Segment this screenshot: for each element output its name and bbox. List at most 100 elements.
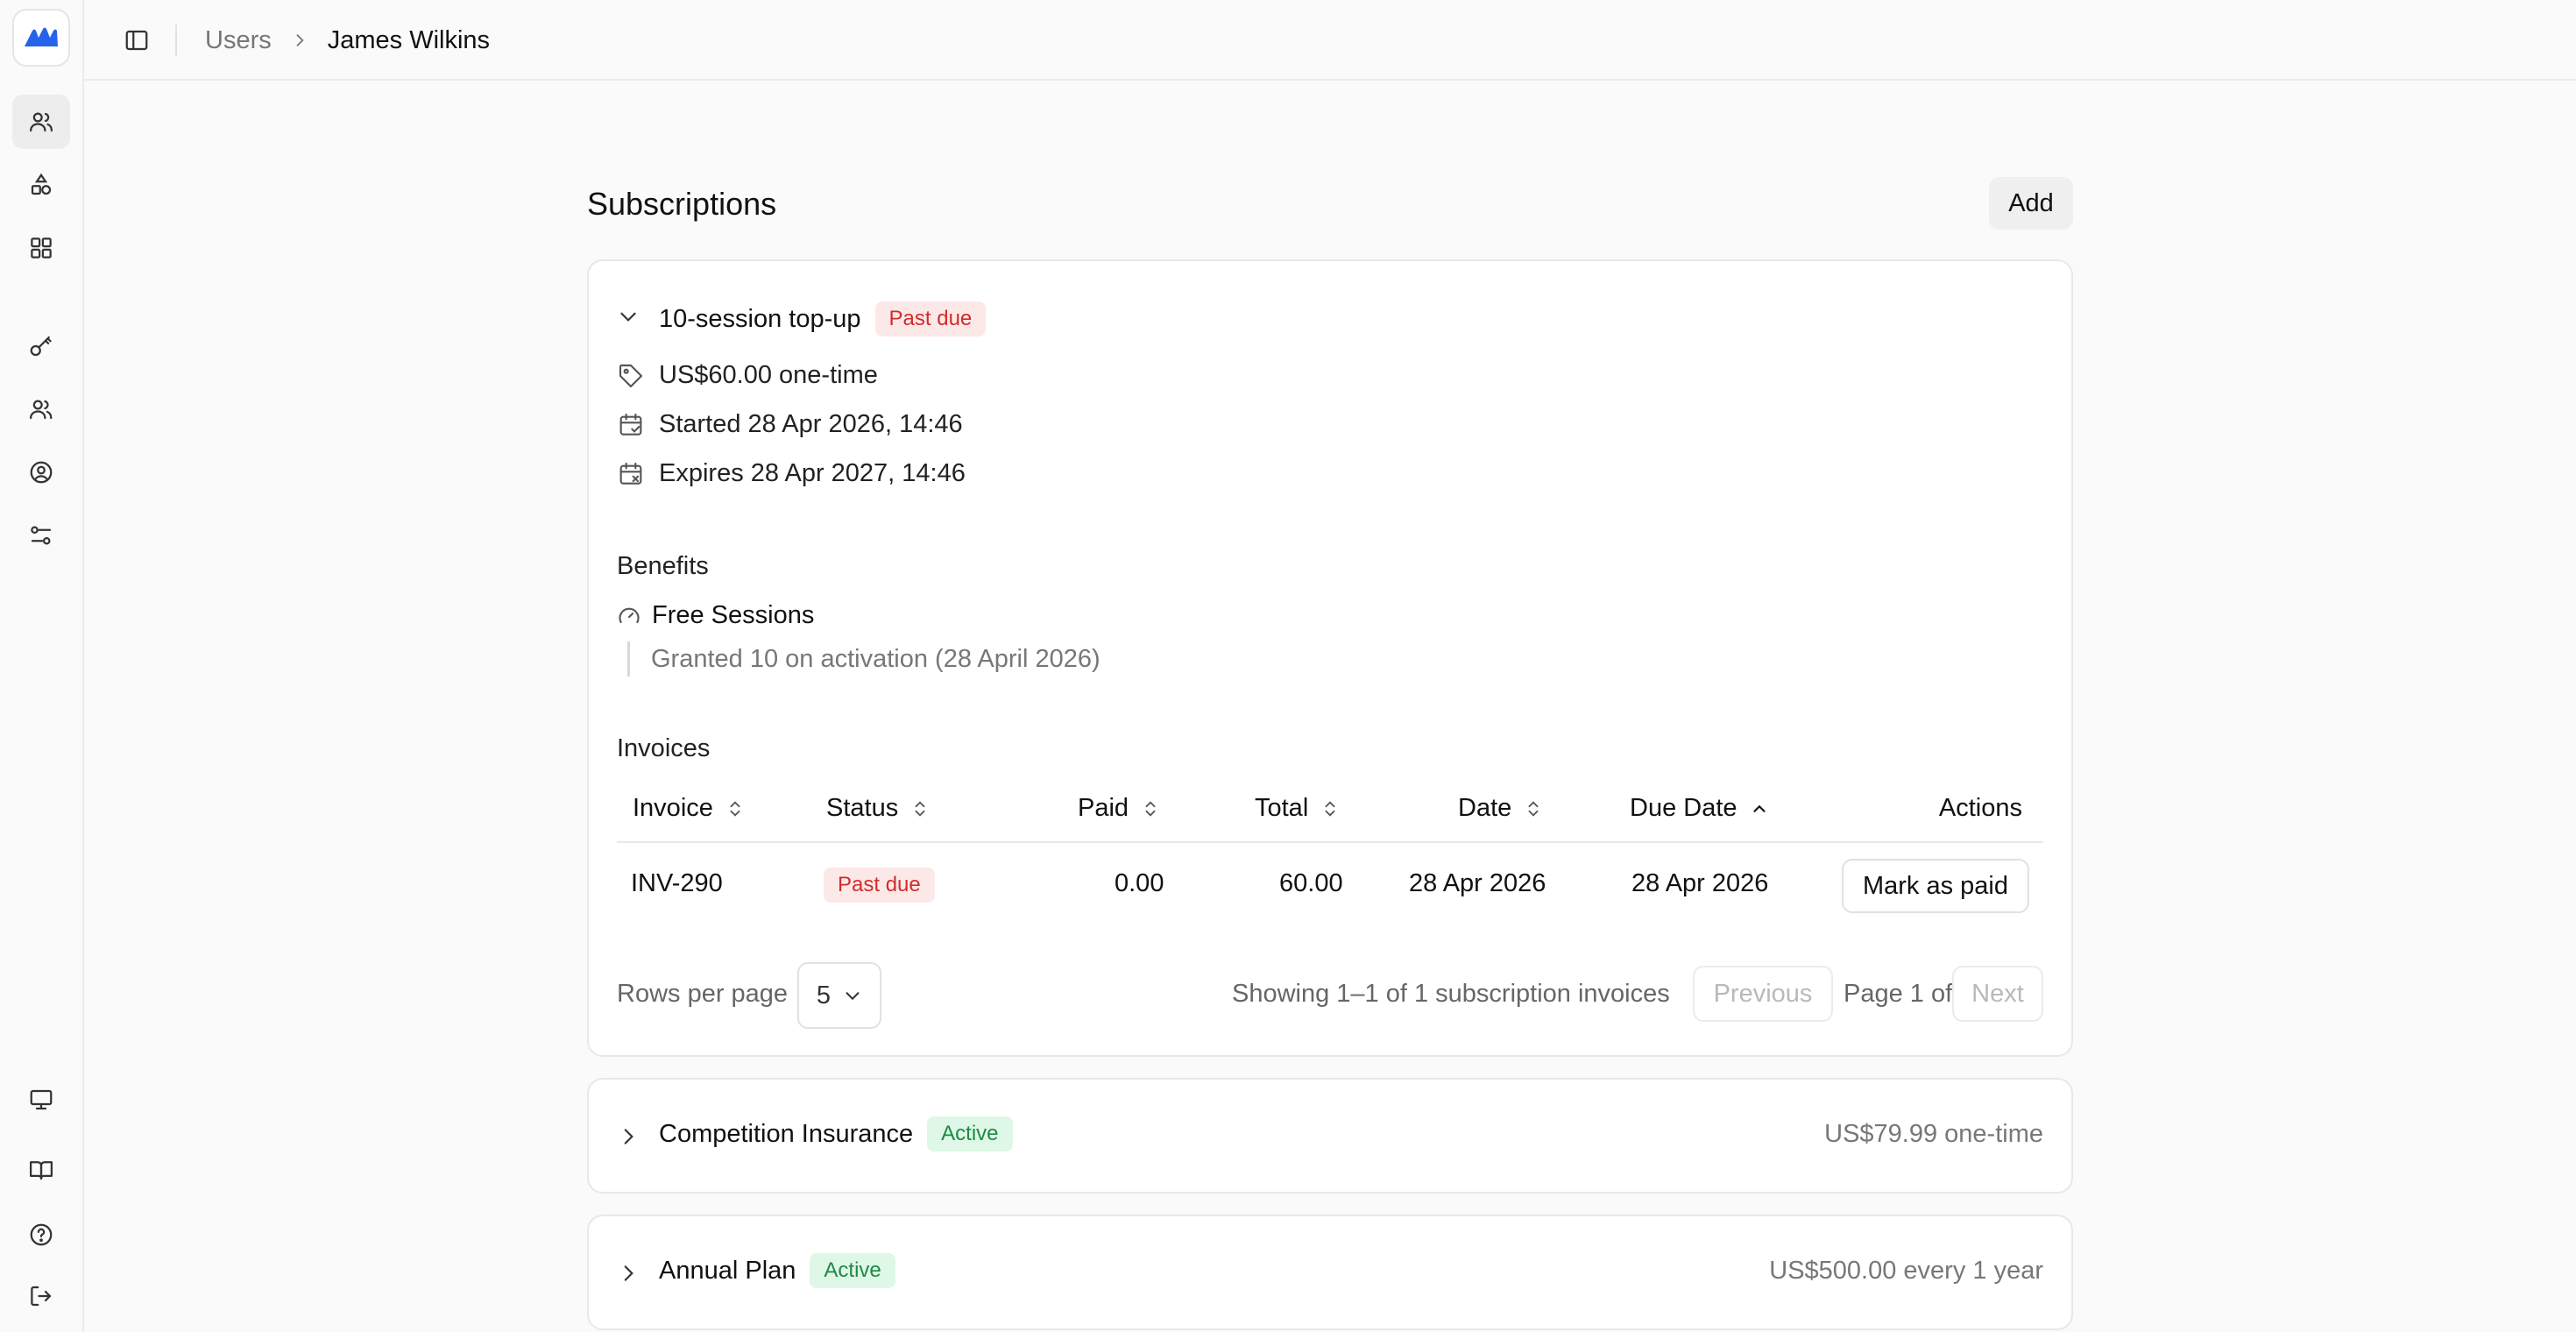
key-icon [30,336,52,357]
nav-docs[interactable] [12,1143,70,1197]
subscription-header: Annual Plan Active [659,1253,895,1288]
subscription-name: 10-session top-up [659,304,861,333]
expand-toggle[interactable] [617,1262,640,1289]
column-total[interactable]: Total [1255,794,1340,823]
logout-icon [31,1286,52,1307]
tag-icon [619,364,643,387]
started-row: Started 28 Apr 2026, 14:46 [617,410,963,439]
subscription-name: Competition Insurance [659,1119,914,1148]
chevron-right-icon [291,32,308,49]
subscription-price: US$500.00 every 1 year [1769,1257,2043,1285]
subscription-card-collapsed[interactable]: Annual Plan Active US$500.00 every 1 yea… [587,1215,2073,1330]
monitor-icon [30,1089,53,1110]
grid-icon [31,237,52,259]
help-icon [30,1223,53,1246]
rows-per-page-label: Rows per page [617,980,789,1008]
column-actions-label: Actions [1938,794,2022,822]
column-invoice[interactable]: Invoice [633,794,745,823]
shapes-icon [31,173,52,195]
column-date-label: Date [1458,794,1512,822]
sidebar-toggle-button[interactable] [117,21,156,60]
benefit-item: Free Sessions [617,601,814,630]
cell-date: 28 Apr 2026 [1409,869,1546,897]
rows-per-page-value: 5 [816,981,832,1010]
sort-icon [1145,800,1156,817]
logo-mark-icon [25,27,58,46]
nav-settings[interactable] [12,508,70,563]
panel-left-icon [125,30,148,51]
column-status[interactable]: Status [826,794,930,823]
column-status-label: Status [826,794,899,822]
subscription-card-collapsed[interactable]: Competition Insurance Active US$79.99 on… [587,1078,2073,1194]
column-paid[interactable]: Paid [1078,794,1160,823]
benefit-note: Granted 10 on activation (28 April 2026) [627,641,1100,677]
table-row: INV-290 Past due 0.00 60.00 28 Apr 2026 … [617,843,2043,931]
sort-icon [730,800,740,817]
table-header-row: Invoice Status Paid Total Date Due Date [617,778,2043,843]
subscription-header: 10-session top-up Past due [659,301,987,337]
user-circle-icon [30,461,53,484]
invoices-table: Invoice Status Paid Total Date Due Date [617,778,2043,931]
expires-text: Expires 28 Apr 2027, 14:46 [659,459,966,487]
header-divider [175,25,177,56]
brand-logo[interactable] [12,9,70,67]
nav-display[interactable] [12,1073,70,1127]
column-due-date[interactable]: Due Date [1630,794,1769,823]
book-icon [30,1161,53,1180]
breadcrumb-current: James Wilkins [327,25,491,54]
price-text: US$60.00 one-time [659,361,878,389]
column-actions: Actions [1939,794,2022,823]
chevron-right-icon [624,1129,633,1144]
nav-products[interactable] [12,158,70,212]
nav-users[interactable] [12,95,70,149]
nav-keys[interactable] [12,319,70,373]
rows-per-page-select[interactable]: 5 [797,962,881,1029]
column-invoice-label: Invoice [633,794,713,822]
price-row: US$60.00 one-time [617,361,878,390]
chevron-down-icon [620,312,636,322]
status-badge: Active [810,1253,895,1288]
chevron-right-icon [624,1265,633,1281]
nav-dashboard[interactable] [12,221,70,275]
expires-row: Expires 28 Apr 2027, 14:46 [617,459,966,488]
calendar-check-icon [619,413,642,436]
benefits-heading: Benefits [617,552,709,580]
add-subscription-button[interactable]: Add [1989,177,2073,230]
status-badge: Active [927,1116,1013,1151]
nav-help[interactable] [12,1208,70,1262]
previous-page-button[interactable]: Previous [1693,966,1833,1022]
column-date[interactable]: Date [1458,794,1543,823]
cell-total: 60.00 [1279,869,1343,897]
expand-toggle[interactable] [617,1125,640,1152]
cell-invoice[interactable]: INV-290 [631,869,723,898]
subscription-price: US$79.99 one-time [1824,1120,2043,1148]
invoices-heading: Invoices [617,734,711,762]
showing-count: Showing 1–1 of 1 subscription invoices [1232,980,1670,1008]
subscription-name: Annual Plan [659,1256,796,1285]
next-page-button[interactable]: Next [1952,966,2043,1022]
group-icon [30,400,53,420]
cell-due-date: 28 Apr 2026 [1631,869,1769,897]
status-badge: Past due [824,868,935,903]
gauge-icon [619,607,640,623]
breadcrumb: Users James Wilkins [205,21,490,60]
sort-icon [915,800,925,817]
page-title: Subscriptions [587,186,777,222]
mark-as-paid-button[interactable]: Mark as paid [1841,859,2029,913]
sort-icon [1325,800,1335,817]
subscription-card-expanded: 10-session top-up Past due US$60.00 one-… [587,259,2073,1057]
column-total-label: Total [1255,794,1309,822]
users-icon [30,112,53,132]
benefit-name: Free Sessions [652,601,815,629]
settings-sliders-icon [31,526,52,545]
collapse-toggle[interactable] [617,305,640,332]
started-text: Started 28 Apr 2026, 14:46 [659,410,963,438]
nav-logout[interactable] [12,1269,70,1323]
breadcrumb-users-link[interactable]: Users [205,26,272,55]
sort-icon [1528,800,1539,817]
calendar-x-icon [619,462,642,485]
nav-account[interactable] [12,445,70,499]
cell-paid: 0.00 [1115,869,1164,897]
nav-team[interactable] [12,382,70,436]
sidebar [0,0,84,1332]
